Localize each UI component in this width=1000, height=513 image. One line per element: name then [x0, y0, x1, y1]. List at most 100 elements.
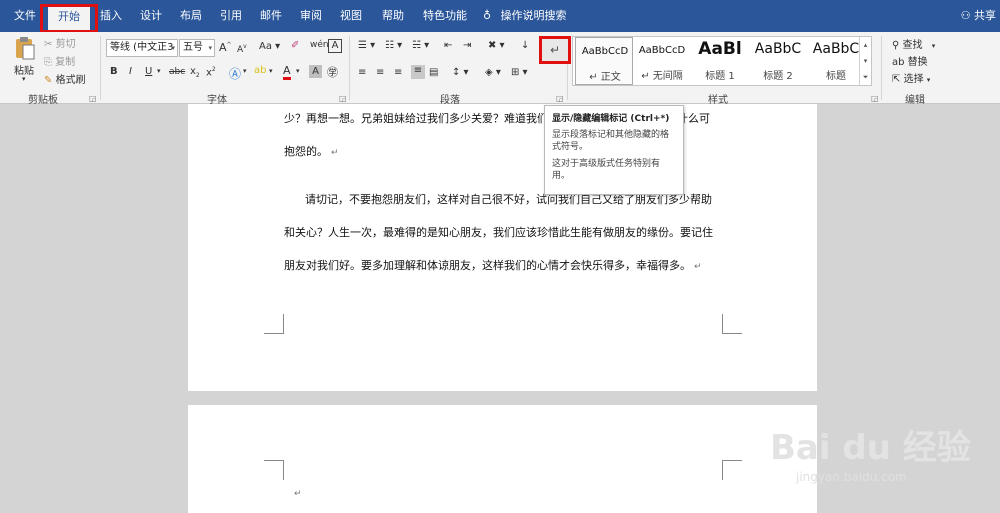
style-heading-2[interactable]: AaBbC 标题 2 [749, 37, 807, 85]
tab-special-features[interactable]: 特色功能 [418, 0, 472, 32]
chevron-up-icon[interactable]: ▴ [860, 37, 871, 53]
chevron-down-icon[interactable]: ▾ [860, 53, 871, 69]
home-tab-highlight [40, 4, 98, 33]
cut-button[interactable]: ✂ 剪切 [44, 35, 76, 50]
chinese-layout-icon[interactable]: ✖ ▾ [488, 40, 505, 51]
character-shading-icon[interactable]: A [309, 65, 322, 78]
pilcrow-icon: ↵ [549, 43, 561, 57]
grow-font-glyph: A [219, 41, 227, 54]
styles-launcher-icon[interactable]: ◲ [871, 94, 879, 103]
underline-button[interactable]: U [145, 66, 152, 77]
paste-dropdown-icon[interactable]: ▾ [22, 75, 26, 83]
shading-icon[interactable]: ◈ ▾ [485, 67, 501, 78]
decrease-indent-icon[interactable]: ⇤ [444, 40, 452, 51]
share-button[interactable]: ⚇ 共享 [961, 0, 996, 32]
clear-formatting-icon[interactable]: ✐ [291, 40, 299, 51]
style-name: ↵ 正文 [589, 72, 621, 83]
format-painter-button[interactable]: ✎ 格式刷 [44, 71, 86, 86]
font-name-combo[interactable]: 等线 (中文正3 ▾ [106, 39, 178, 57]
paragraph-mark-icon: ↵ [331, 148, 339, 158]
tooltip-description: 显示段落标记和其他隐藏的格式符号。 [552, 130, 670, 152]
tell-me-label: 操作说明搜索 [500, 9, 567, 22]
font-size-combo[interactable]: 五号 ▾ [179, 39, 215, 57]
paragraph-mark-icon: ↵ [694, 262, 702, 272]
show-hide-marks-button[interactable]: ↵ [539, 36, 571, 64]
subscript-button[interactable]: x2 [190, 66, 200, 79]
tab-references[interactable]: 引用 [214, 0, 248, 32]
replace-button[interactable]: ab 替换 [892, 53, 928, 68]
paragraph-launcher-icon[interactable]: ◲ [556, 94, 564, 103]
increase-indent-icon[interactable]: ⇥ [463, 40, 471, 51]
tab-insert[interactable]: 插入 [94, 0, 128, 32]
tab-file[interactable]: 文件 [8, 0, 42, 32]
superscript-button[interactable]: x2 [206, 66, 216, 78]
style-sample: AaBbCcD [638, 45, 686, 56]
lightbulb-icon: ♁ [483, 9, 492, 22]
shrink-font-button[interactable]: Av [237, 43, 247, 55]
tab-design[interactable]: 设计 [134, 0, 168, 32]
clipboard-launcher-icon[interactable]: ◲ [89, 94, 97, 103]
tab-layout[interactable]: 布局 [174, 0, 208, 32]
underline-dropdown-icon[interactable]: ▾ [157, 67, 161, 75]
doc-line-1: 少？再想一想。兄弟姐妹给过我们多少关爱？难道我们 什么可 [284, 110, 710, 126]
tab-view[interactable]: 视图 [334, 0, 368, 32]
highlight-icon[interactable]: ab [254, 65, 266, 76]
bold-button[interactable]: B [110, 66, 118, 77]
styles-scroll[interactable]: ▴ ▾ ⏷ [859, 37, 871, 85]
strikethrough-button[interactable]: abc [169, 67, 185, 77]
ribbon-home: 粘贴 ▾ ✂ 剪切 ⎘ 复制 ✎ 格式刷 剪贴板 ◲ 等线 (中文正3 ▾ 五号… [0, 32, 1000, 106]
line-spacing-icon[interactable]: ↕ ▾ [452, 67, 469, 78]
clipboard-group-label: 剪贴板 [28, 95, 58, 106]
enclose-characters-icon[interactable]: ㊫ [327, 64, 338, 80]
tooltip-description: 这对于高级版式任务特别有用。 [552, 159, 661, 181]
chevron-down-icon[interactable]: ▾ [296, 67, 300, 75]
style-sample: AaBl [698, 39, 742, 59]
align-center-icon[interactable]: ≡ [376, 67, 384, 78]
text-effects-icon[interactable]: Ⓐ [229, 65, 241, 82]
select-label: 选择 [903, 74, 924, 85]
bullets-icon[interactable]: ☰ ▾ [358, 40, 375, 51]
font-name-value: 等线 (中文正3 [110, 42, 174, 53]
tab-help[interactable]: 帮助 [376, 0, 410, 32]
font-launcher-icon[interactable]: ◲ [339, 94, 347, 103]
group-divider [349, 36, 350, 100]
grow-font-button[interactable]: A^ [219, 41, 232, 54]
find-label: 查找 [902, 40, 923, 51]
sort-icon[interactable]: ↓ [521, 40, 529, 51]
font-color-icon[interactable]: A [283, 65, 291, 80]
tab-review[interactable]: 审阅 [294, 0, 328, 32]
numbering-icon[interactable]: ☷ ▾ [385, 40, 402, 51]
italic-button[interactable]: I [129, 66, 132, 77]
align-left-icon[interactable]: ≡ [358, 67, 366, 78]
phonetic-guide-icon[interactable]: wén [310, 40, 329, 50]
multilevel-list-icon[interactable]: ☵ ▾ [412, 40, 429, 51]
style-name: 标题 2 [763, 71, 793, 82]
style-no-spacing[interactable]: AaBbCcD ↵ 无间隔 [633, 37, 691, 85]
tab-mailings[interactable]: 邮件 [254, 0, 288, 32]
chevron-down-icon[interactable]: ▾ [269, 67, 273, 75]
style-heading-1[interactable]: AaBl 标题 1 [691, 37, 749, 85]
tell-me-search[interactable]: ♁ 操作说明搜索 [483, 0, 567, 32]
chevron-down-icon[interactable]: ▾ [243, 67, 247, 75]
borders-icon[interactable]: ⊞ ▾ [511, 67, 528, 78]
chevron-down-icon: ▾ [926, 76, 931, 84]
style-sample: AaBbC [754, 41, 802, 57]
distributed-icon[interactable]: ▤ [429, 67, 438, 78]
scissors-icon: ✂ [44, 39, 53, 50]
character-border-icon[interactable]: A [328, 39, 342, 53]
select-button[interactable]: ⇱ 选择 ▾ [892, 70, 930, 85]
style-title[interactable]: AaBbC 标题 [807, 37, 865, 85]
document-page[interactable]: 少？再想一想。兄弟姐妹给过我们多少关爱？难道我们 什么可 抱怨的。 ↵ 请切记，不… [188, 104, 817, 391]
align-right-icon[interactable]: ≡ [394, 67, 402, 78]
style-name: 标题 1 [705, 71, 735, 82]
style-name: 标题 [826, 71, 846, 82]
style-normal[interactable]: AaBbCcD ↵ 正文 [575, 37, 633, 85]
copy-button[interactable]: ⎘ 复制 [44, 53, 75, 68]
change-case-button[interactable]: Aa ▾ [259, 41, 280, 52]
paste-button[interactable] [12, 36, 40, 62]
find-button[interactable]: ⚲ 查找 ▾ [892, 36, 935, 51]
document-page[interactable]: ↵ [188, 405, 817, 513]
justify-icon[interactable]: ≡ [411, 65, 425, 79]
more-styles-icon[interactable]: ⏷ [860, 69, 871, 85]
doc-line-text: 和关心？人生一次，最难得的是知心朋友，我们应该珍惜此生能有做朋友的缘份。要记住 [284, 226, 713, 239]
